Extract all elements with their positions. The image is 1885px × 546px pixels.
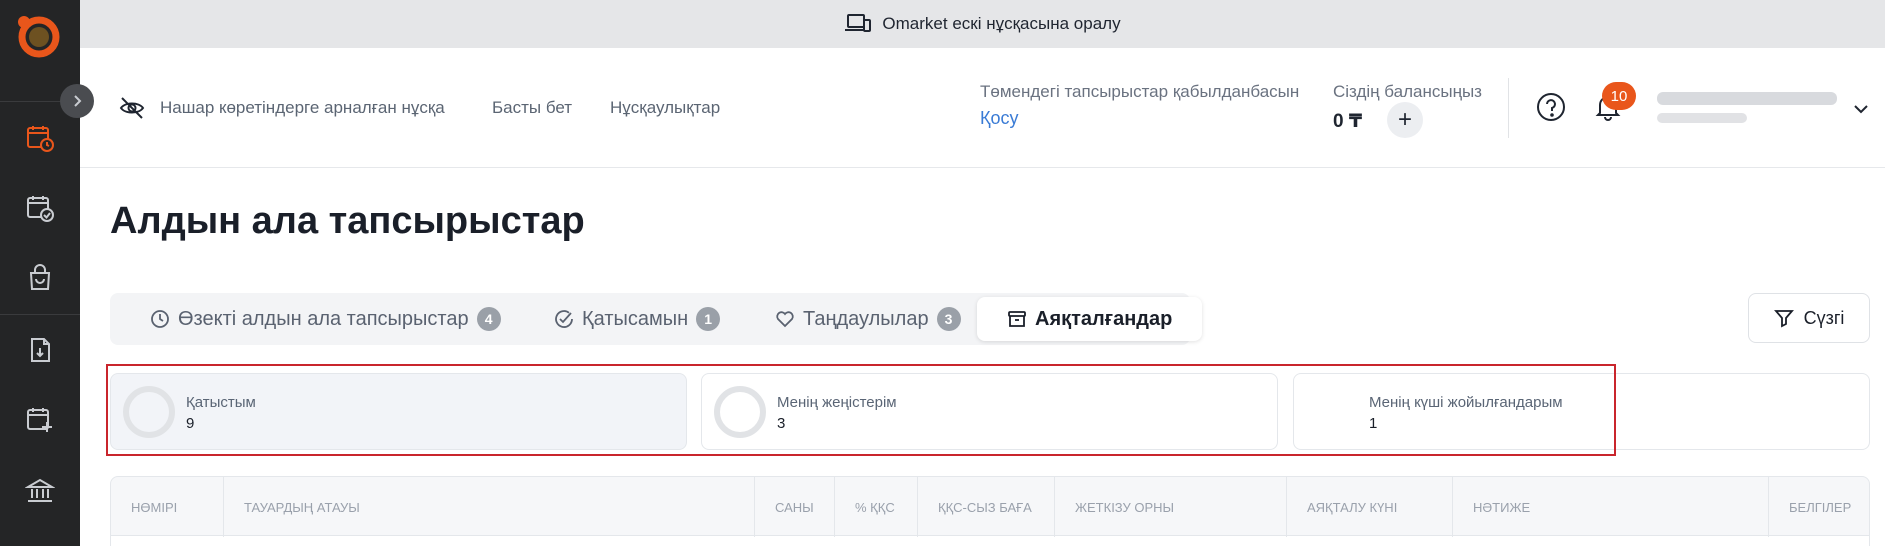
filter-button[interactable]: Сүзгі <box>1748 293 1870 343</box>
calendar-clock-icon <box>27 126 54 152</box>
devices-icon <box>845 14 872 32</box>
tab-count-badge: 4 <box>476 307 501 331</box>
tab-label: Аяқталғандар <box>1035 307 1173 330</box>
tab-participating[interactable]: Қатысамын 1 <box>554 293 721 345</box>
highlight-frame <box>106 364 1616 456</box>
column-header[interactable]: ЖЕТКІЗУ ОРНЫ <box>1055 477 1287 537</box>
sidebar-item-finance[interactable] <box>22 473 58 509</box>
sidebar-collapse-button[interactable] <box>60 84 94 118</box>
header: Нашар көретіндерге арналған нұсқа Басты … <box>80 48 1885 168</box>
column-header[interactable]: НӨМІРІ <box>111 477 224 537</box>
clock-icon <box>151 310 169 328</box>
help-icon[interactable] <box>1536 92 1566 122</box>
page-title: Алдын ала тапсырыстар <box>110 200 585 242</box>
tab-count-badge: 1 <box>696 307 721 331</box>
tab-favorites[interactable]: Таңдаулылар 3 <box>775 293 961 345</box>
archive-icon <box>1008 311 1026 327</box>
omarket-logo[interactable] <box>12 10 62 60</box>
balance-value: 0 ₸ <box>1333 111 1363 132</box>
sidebar <box>0 0 80 546</box>
notification-count-badge: 10 <box>1602 82 1636 110</box>
header-divider <box>1508 78 1509 138</box>
filter-label: Сүзгі <box>1803 307 1845 328</box>
notice-text: Төмендегі тапсырыстар қабылданбасын <box>980 82 1300 101</box>
sidebar-divider <box>0 314 80 315</box>
column-header[interactable]: % ҚҚС <box>835 477 918 537</box>
filter-icon <box>1773 310 1794 328</box>
document-download-icon <box>31 338 50 362</box>
column-header[interactable]: НӘТИЖЕ <box>1453 477 1769 537</box>
calendar-check-icon <box>27 196 54 222</box>
column-header[interactable]: САНЫ <box>755 477 835 537</box>
notice-add-link[interactable]: Қосу <box>980 108 1019 129</box>
bank-icon <box>25 478 55 502</box>
table-header: НӨМІРІ ТАУАРДЫҢ АТАУЫ САНЫ % ҚҚС ҚҚС-СЫЗ… <box>110 476 1870 537</box>
sidebar-item-documents[interactable] <box>22 332 58 368</box>
tab-completed[interactable]: Аяқталғандар <box>977 297 1203 341</box>
tab-label: Таңдаулылар <box>803 307 929 330</box>
tab-label: Қатысамын <box>582 307 689 330</box>
sidebar-item-new[interactable] <box>22 402 58 438</box>
nav-guides-link[interactable]: Нұсқаулықтар <box>610 98 720 118</box>
sidebar-item-confirmed[interactable] <box>22 190 58 226</box>
column-header[interactable]: ТАУАРДЫҢ АТАУЫ <box>224 477 755 537</box>
top-up-balance-button[interactable]: + <box>1387 102 1423 138</box>
table-body <box>110 536 1870 546</box>
tab-label: Өзекті алдын ала тапсырыстар <box>178 307 469 330</box>
shopping-bag-icon <box>29 264 51 290</box>
user-avatar[interactable] <box>1655 86 1840 132</box>
tab-count-badge: 3 <box>936 307 961 331</box>
tabs: Өзекті алдын ала тапсырыстар 4 Қатысамын… <box>110 293 1203 345</box>
chevron-right-icon <box>74 95 82 107</box>
calendar-plus-icon <box>27 408 52 432</box>
column-header[interactable]: АЯҚТАЛУ КҮНІ <box>1287 477 1453 537</box>
tab-current[interactable]: Өзекті алдын ала тапсырыстар 4 <box>150 293 501 345</box>
check-circle-icon <box>555 310 573 328</box>
sidebar-item-preorders[interactable] <box>22 120 58 156</box>
balance-title: Сіздің балансыңыз <box>1333 82 1482 101</box>
nav-home-link[interactable]: Басты бет <box>492 98 572 118</box>
eye-off-icon[interactable] <box>118 94 146 122</box>
chevron-down-icon[interactable] <box>1852 100 1870 118</box>
sidebar-item-orders[interactable] <box>22 260 58 296</box>
column-header[interactable]: БЕЛГІЛЕР <box>1769 477 1869 537</box>
old-version-banner[interactable]: Omarket ескі нұсқасына оралу <box>80 0 1885 48</box>
accessibility-version-link[interactable]: Нашар көретіндерге арналған нұсқа <box>160 98 445 118</box>
heart-icon <box>776 311 794 328</box>
column-header[interactable]: ҚҚС-СЫЗ БАҒА <box>918 477 1055 537</box>
banner-text: Omarket ескі нұсқасына оралу <box>882 14 1121 33</box>
